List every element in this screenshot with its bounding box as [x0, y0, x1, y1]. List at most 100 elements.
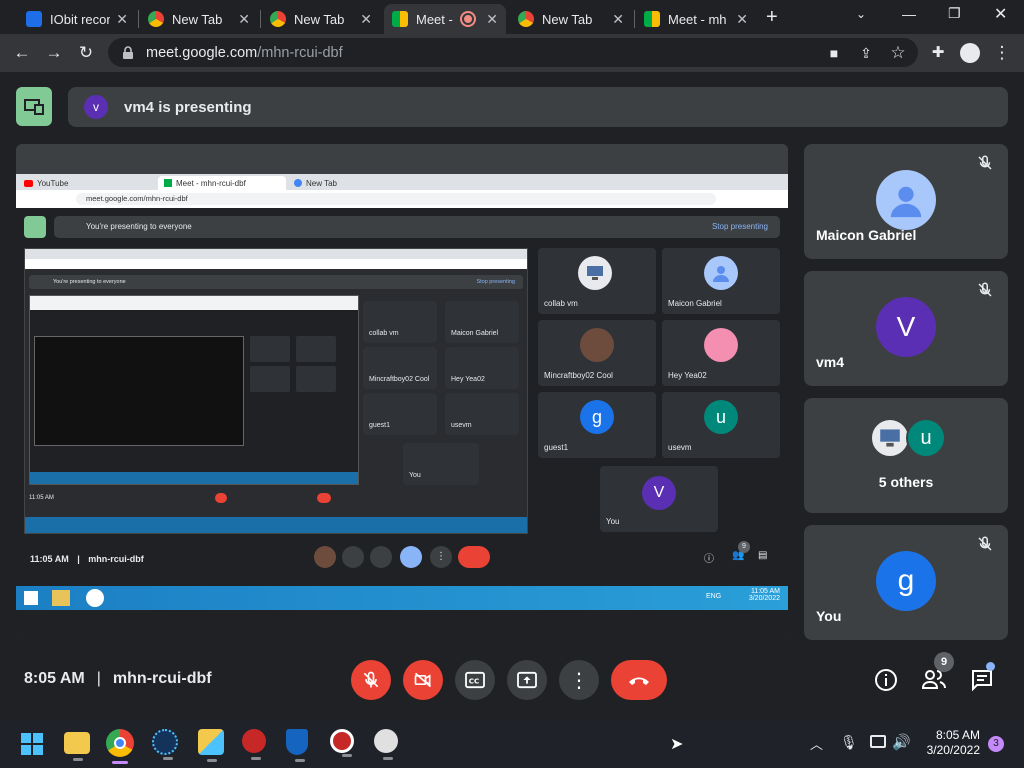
forward-arrow-icon[interactable]: → — [44, 43, 64, 63]
microphone-tray-icon[interactable]: 🎙 — [840, 734, 858, 751]
pc-avatar-icon — [870, 418, 910, 458]
you-avatar: V — [642, 476, 676, 510]
camera-indicator-icon[interactable]: ■ — [824, 43, 844, 63]
lock-icon — [123, 45, 133, 59]
chrome-icon[interactable] — [106, 729, 134, 764]
address-bar[interactable]: meet.google.com/mhn-rcui-dbf — [108, 38, 918, 67]
shared-tile-guest1: g guest1 — [538, 392, 656, 458]
shared-toolbar: meet.google.com/mhn-rcui-dbf — [16, 190, 788, 208]
chat-button[interactable] — [970, 662, 995, 692]
iobit-icon — [26, 11, 42, 27]
tile-name: Mincraftboy02 Cool — [544, 371, 613, 380]
crossover-icon[interactable] — [374, 729, 398, 760]
profile-avatar-icon[interactable] — [960, 43, 980, 63]
files-cloud-icon[interactable] — [198, 729, 224, 762]
meeting-details-button[interactable] — [874, 668, 898, 692]
shared-tab-label: Meet - mhn-rcui-dbf — [176, 178, 246, 188]
windows-start-icon[interactable] — [20, 732, 44, 756]
close-icon[interactable]: ✕ — [736, 11, 748, 28]
tab-meet-active[interactable]: Meet - ✕ — [384, 4, 506, 34]
network-icon[interactable] — [870, 735, 886, 748]
camera-app-icon[interactable] — [330, 729, 354, 757]
leave-call-button[interactable] — [611, 660, 667, 700]
close-icon[interactable]: ✕ — [486, 11, 498, 28]
tile-maicon-gabriel[interactable]: Maicon Gabriel — [804, 144, 1008, 259]
restore-icon[interactable]: ❐ — [948, 5, 961, 22]
meeting-code: mhn-rcui-dbf — [112, 670, 212, 687]
chrome-icon — [86, 589, 104, 607]
more-options-button[interactable]: ⋮ — [559, 660, 599, 700]
nested-inner-screen — [29, 295, 359, 485]
tab-new-tab-1[interactable]: New Tab ✕ — [140, 4, 258, 34]
shield-icon[interactable] — [286, 729, 308, 762]
volume-icon[interactable]: 🔊 — [892, 733, 911, 751]
shared-stop-presenting: Stop presenting — [711, 222, 768, 231]
tab-meet-2[interactable]: Meet - mh ✕ — [636, 4, 756, 34]
shared-tile-usevm: u usevm — [662, 392, 780, 458]
chat-icon — [972, 670, 992, 692]
close-icon[interactable]: ✕ — [238, 11, 250, 28]
shared-time-text: 11:05 AM — [30, 554, 69, 564]
nested-banner-text: You're presenting to everyone — [53, 279, 126, 285]
tab-label: New Tab — [542, 11, 593, 27]
camera-off-icon — [414, 672, 432, 688]
tile-name: vm4 — [816, 354, 845, 370]
close-icon[interactable]: ✕ — [612, 11, 624, 28]
captions-button[interactable]: CC — [455, 660, 495, 700]
minimize-icon[interactable]: — — [902, 6, 916, 22]
back-arrow-icon[interactable]: ← — [12, 43, 32, 63]
mic-toggle-button[interactable] — [351, 660, 391, 700]
notification-badge[interactable]: 3 — [988, 736, 1004, 752]
nested-taskbar — [25, 517, 527, 533]
close-icon[interactable]: ✕ — [360, 11, 372, 28]
tile-you[interactable]: g You — [804, 525, 1008, 640]
nested-tile-name: guest1 — [369, 422, 391, 429]
shared-captions-btn — [370, 546, 392, 568]
tab-new-tab-3[interactable]: New Tab ✕ — [510, 4, 632, 34]
share-icon[interactable]: ⇪ — [856, 43, 876, 63]
more-menu-icon[interactable]: ⋮ — [992, 43, 1012, 63]
shared-present-btn — [400, 546, 422, 568]
extensions-puzzle-icon[interactable]: ✚ — [928, 43, 948, 63]
bookmark-star-icon[interactable]: ☆ — [888, 43, 908, 63]
window-close-icon[interactable]: ✕ — [994, 4, 1007, 24]
shared-info-icon: ⓘ — [704, 554, 714, 565]
tab-iobit[interactable]: IObit recon ✕ — [18, 4, 136, 34]
reload-icon[interactable]: ↻ — [76, 43, 96, 63]
red-game-icon[interactable] — [242, 729, 266, 760]
shared-tile-collab-vm: collab vm — [538, 248, 656, 314]
new-tab-icon[interactable]: + — [766, 6, 778, 29]
tile-vm4[interactable]: V vm4 — [804, 271, 1008, 386]
browser-toolbar: ← → ↻ meet.google.com/mhn-rcui-dbf ■ ⇪ ☆… — [0, 34, 1024, 72]
tab-label: Meet - — [416, 11, 453, 27]
tab-new-tab-2[interactable]: New Tab ✕ — [262, 4, 380, 34]
tile-others[interactable]: u 5 others — [804, 398, 1008, 513]
nested-stop-presenting: Stop presenting — [476, 279, 515, 285]
shared-time: 11:05 AM | mhn-rcui-dbf — [30, 554, 144, 564]
shared-screen: YouTube Meet - mhn-rcui-dbf New Tab meet… — [16, 144, 788, 640]
tab-search-icon[interactable]: ⌄ — [856, 7, 866, 21]
presenting-text: vm4 is presenting — [124, 98, 252, 116]
file-explorer-icon[interactable] — [64, 732, 90, 761]
camera-toggle-button[interactable] — [403, 660, 443, 700]
taskbar-clock[interactable]: 8:05 AM 3/20/2022 — [916, 728, 980, 758]
windows-taskbar: ➤ ︿ 🎙 🔊 8:05 AM 3/20/2022 3 — [0, 720, 1024, 768]
nested-banner: You're presenting to everyone Stop prese… — [29, 275, 523, 289]
shared-tab-label: New Tab — [306, 178, 337, 188]
close-icon[interactable]: ✕ — [116, 11, 128, 28]
recording-dot-icon — [462, 13, 475, 25]
app-dots-icon[interactable] — [152, 729, 178, 760]
meeting-separator: | — [96, 670, 101, 687]
tile-name: guest1 — [544, 443, 569, 452]
shared-camera-btn — [342, 546, 364, 568]
chat-notification-dot — [986, 662, 995, 671]
chevron-up-icon[interactable]: ︿ — [810, 734, 823, 753]
present-now-button[interactable] — [507, 660, 547, 700]
tab-label: Meet - mh — [668, 11, 727, 27]
presenting-banner: v vm4 is presenting — [68, 87, 1008, 127]
nested-tile-name: Mincraftboy02 Cool — [369, 376, 430, 383]
shared-avatar-pip — [314, 546, 336, 568]
mic-off-icon — [978, 282, 992, 297]
more-vert-icon: ⋮ — [569, 669, 589, 692]
svg-text:CC: CC — [469, 677, 480, 686]
